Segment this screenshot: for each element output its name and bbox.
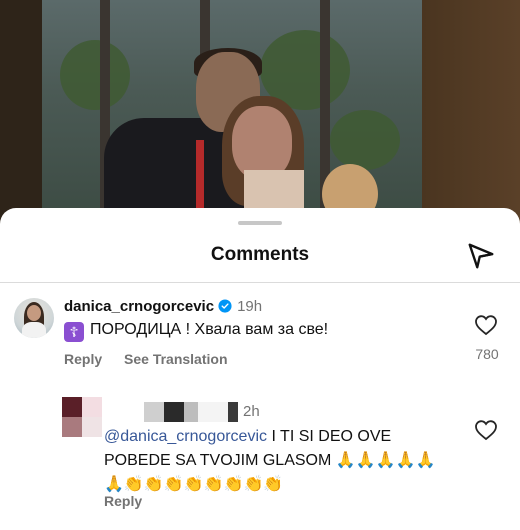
divider	[0, 282, 520, 283]
like-count: 780	[475, 346, 499, 362]
sheet-title: Comments	[210, 244, 310, 265]
comment-text: @danica_crnogorcevic I TI SI DEO OVE POB…	[104, 425, 454, 497]
avatar[interactable]	[14, 298, 54, 338]
comment-text: ☦ ПОРОДИЦА ! Хвала вам за све!	[64, 321, 328, 342]
comment-header: danica_crnogorcevic 19h	[64, 298, 262, 315]
comment-time: 2h	[243, 403, 260, 420]
comment-actions: Reply See Translation	[64, 351, 246, 367]
comment-username-redacted[interactable]	[104, 402, 242, 422]
comments-sheet: Comments danica_crnogorcevic 19h ☦ ПОРОДИ…	[0, 208, 520, 530]
sheet-grabber[interactable]	[238, 221, 282, 225]
heart-icon[interactable]	[474, 419, 498, 441]
reply-button[interactable]: Reply	[64, 351, 102, 367]
heart-icon[interactable]	[474, 314, 498, 336]
reply-button[interactable]: Reply	[104, 493, 142, 509]
comment-body: ПОРОДИЦА ! Хвала вам за све!	[90, 321, 329, 338]
send-icon[interactable]	[466, 241, 496, 271]
comment-time: 19h	[237, 298, 263, 315]
verified-badge-icon	[218, 299, 232, 313]
see-translation-button[interactable]: See Translation	[124, 351, 227, 367]
mention-link[interactable]: @danica_crnogorcevic	[104, 428, 267, 445]
orthodox-cross-icon: ☦	[64, 322, 84, 342]
avatar-redacted[interactable]	[62, 397, 102, 437]
comment-username[interactable]: danica_crnogorcevic	[64, 298, 214, 315]
post-photo	[0, 0, 520, 230]
